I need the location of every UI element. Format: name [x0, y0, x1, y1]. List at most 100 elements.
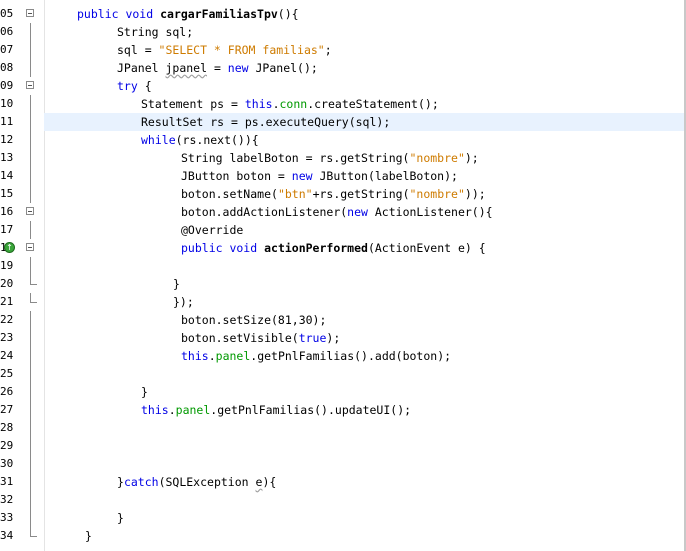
code-line[interactable]: 12 while(rs.next()){ — [0, 131, 684, 149]
code-token: boton.setName( — [181, 187, 278, 201]
code-line[interactable]: 22 boton.setSize(81,30); — [0, 311, 684, 329]
code-text: boton.addActionListener(new ActionListen… — [181, 203, 493, 221]
line-number: 16 — [0, 205, 14, 218]
code-line[interactable]: 21}); — [0, 293, 684, 311]
code-line[interactable]: 11 ResultSet rs = ps.executeQuery(sql); — [0, 113, 684, 131]
fold-guide-line — [30, 509, 31, 527]
code-token: ){ — [262, 475, 277, 489]
code-line[interactable]: 05 public void cargarFamiliasTpv(){ — [0, 5, 684, 23]
code-token: } — [173, 277, 180, 291]
code-line[interactable]: 32 — [0, 491, 684, 509]
code-text: boton.setVisible(true); — [181, 329, 340, 347]
fold-guide-line — [30, 365, 31, 383]
fold-guide-line — [30, 329, 31, 347]
code-line[interactable]: 09 try { — [0, 77, 684, 95]
code-line[interactable]: 18↑public void actionPerformed(ActionEve… — [0, 239, 684, 257]
code-token: ); — [464, 151, 479, 165]
override-icon[interactable]: ↑ — [4, 242, 15, 253]
line-number: 13 — [0, 151, 14, 164]
code-token: conn — [279, 97, 308, 111]
code-line[interactable]: 13 String labelBoton = rs.getString("nomb… — [0, 149, 684, 167]
code-token: ); — [326, 331, 341, 345]
fold-end-marker — [30, 293, 37, 303]
code-line[interactable]: 31}catch(SQLException e){ — [0, 473, 684, 491]
code-token: boton.setSize(81,30); — [181, 313, 327, 327]
code-line[interactable]: 33} — [0, 509, 684, 527]
line-number: 20 — [0, 277, 14, 290]
fold-toggle-icon[interactable] — [26, 81, 34, 89]
line-number: 17 — [0, 223, 14, 236]
line-number: 24 — [0, 349, 14, 362]
line-number: 32 — [0, 493, 14, 506]
line-number: 15 — [0, 187, 14, 200]
line-number: 27 — [0, 403, 14, 416]
line-number: 21 — [0, 295, 14, 308]
fold-toggle-icon[interactable] — [26, 9, 34, 17]
code-line[interactable]: 10 Statement ps = this.conn.createStateme… — [0, 95, 684, 113]
code-line[interactable]: 27 this.panel.getPnlFamilias().updateUI()… — [0, 401, 684, 419]
code-token: public void — [181, 241, 265, 255]
code-token: }); — [173, 295, 194, 309]
line-number: 06 — [0, 25, 14, 38]
code-token: } — [85, 529, 92, 543]
line-number: 08 — [0, 61, 14, 74]
code-token: +rs.getString( — [312, 187, 410, 201]
code-line[interactable]: 34} — [0, 527, 684, 545]
line-number: 14 — [0, 169, 14, 182]
code-line[interactable]: 14 JButton boton = new JButton(labelBoton… — [0, 167, 684, 185]
code-line[interactable]: 15 boton.setName("btn"+rs.getString("nomb… — [0, 185, 684, 203]
code-token: @Override — [181, 223, 244, 237]
fold-guide-line — [30, 167, 31, 185]
code-token: .getPnlFamilias().updateUI(); — [210, 403, 412, 417]
fold-guide-line — [30, 437, 31, 455]
code-line[interactable]: 08 JPanel jpanel = new JPanel(); — [0, 59, 684, 77]
code-text: public void cargarFamiliasTpv(){ — [77, 5, 299, 23]
code-token: "nombre" — [409, 151, 465, 165]
fold-guide-line — [30, 131, 31, 149]
code-editor[interactable]: 05 public void cargarFamiliasTpv(){ 06 Stri… — [0, 0, 686, 551]
code-line[interactable]: 26} — [0, 383, 684, 401]
code-token: String sql; — [117, 25, 194, 39]
code-line[interactable]: 19 — [0, 257, 684, 275]
code-line[interactable]: 20} — [0, 275, 684, 293]
code-token: new — [347, 205, 368, 219]
fold-guide-line — [30, 383, 31, 401]
line-number: 26 — [0, 385, 14, 398]
code-text: sql = "SELECT * FROM familias"; — [117, 41, 332, 59]
code-line[interactable]: 28 — [0, 419, 684, 437]
code-text: @Override — [181, 221, 243, 239]
code-token: (SQLException — [158, 475, 256, 489]
code-line[interactable]: 16 boton.addActionListener(new ActionList… — [0, 203, 684, 221]
line-number: 34 — [0, 529, 14, 542]
code-text: boton.setSize(81,30); — [181, 311, 326, 329]
code-line[interactable]: 17 @Override — [0, 221, 684, 239]
code-token: (rs.next()){ — [175, 133, 259, 147]
fold-toggle-icon[interactable] — [26, 207, 34, 215]
code-text: }); — [173, 293, 194, 311]
code-line[interactable]: 23 boton.setVisible(true); — [0, 329, 684, 347]
fold-guide-line — [30, 473, 31, 491]
fold-guide-line — [30, 221, 31, 239]
code-token: try — [117, 79, 138, 93]
code-line[interactable]: 24 this.panel.getPnlFamilias().add(boton)… — [0, 347, 684, 365]
code-line[interactable]: 25 — [0, 365, 684, 383]
code-token: } — [117, 475, 124, 489]
line-number: 09 — [0, 79, 14, 92]
code-line[interactable]: 30 — [0, 455, 684, 473]
code-token: catch — [123, 475, 159, 489]
code-token: )); — [464, 187, 486, 201]
code-line[interactable]: 07 sql = "SELECT * FROM familias"; — [0, 41, 684, 59]
fold-guide-line — [30, 491, 31, 509]
code-line[interactable]: 06 String sql; — [0, 23, 684, 41]
code-token: . — [208, 349, 216, 363]
code-token: .createStatement(); — [307, 97, 439, 111]
fold-toggle-icon[interactable] — [26, 243, 34, 251]
fold-guide-line — [30, 23, 31, 41]
code-token: . — [272, 97, 280, 111]
code-token: cargarFamiliasTpv — [160, 7, 278, 21]
code-text: String labelBoton = rs.getString("nombre… — [181, 149, 479, 167]
code-token: panel — [175, 403, 211, 417]
code-text: String sql; — [117, 23, 193, 41]
code-line[interactable]: 29 — [0, 437, 684, 455]
line-number: 11 — [0, 115, 14, 128]
